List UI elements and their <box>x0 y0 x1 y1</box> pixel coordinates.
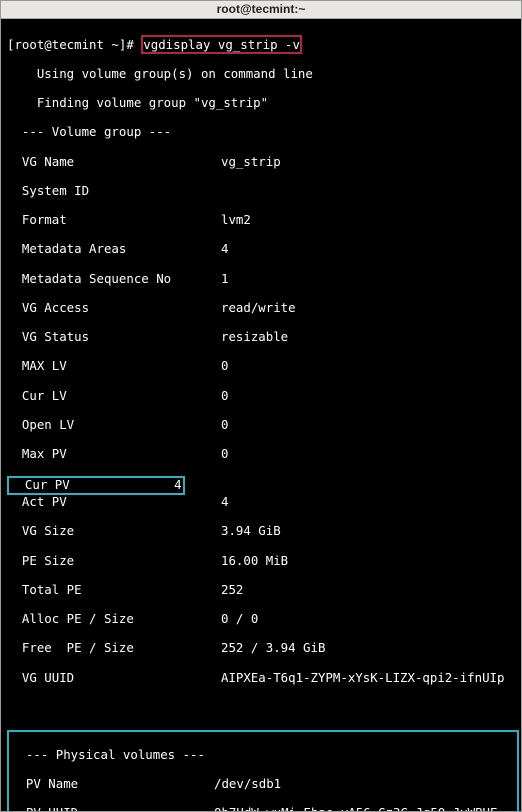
vg-field: Act PV4 <box>7 495 519 510</box>
cur-pv-label: Cur PV <box>10 477 174 492</box>
blank-line <box>7 700 519 715</box>
vg-field: Total PE252 <box>7 583 519 598</box>
vg-field: Formatlvm2 <box>7 213 519 228</box>
vg-field: VG Accessread/write <box>7 301 519 316</box>
shell-prompt: [root@tecmint ~]# <box>7 37 141 52</box>
vg-field: System ID <box>7 184 519 199</box>
vg-field: VG Statusresizable <box>7 330 519 345</box>
output-line: Finding volume group "vg_strip" <box>7 96 519 111</box>
vg-section-header: --- Volume group --- <box>7 125 519 140</box>
window-titlebar: root@tecmint:~ <box>1 1 521 19</box>
window-title: root@tecmint:~ <box>217 2 306 16</box>
vg-field: VG UUIDAIPXEa-T6q1-ZYPM-xYsK-LIZX-qpi2-i… <box>7 671 519 686</box>
vg-field: VG Size3.94 GiB <box>7 524 519 539</box>
vg-field: Metadata Sequence No1 <box>7 272 519 287</box>
vg-field: VG Namevg_strip <box>7 155 519 170</box>
vg-field: Max PV0 <box>7 447 519 462</box>
vg-field: MAX LV0 <box>7 359 519 374</box>
cur-pv-value: 4 <box>174 477 181 492</box>
vg-field: Alloc PE / Size0 / 0 <box>7 612 519 627</box>
highlighted-cur-pv: Cur PV 4 <box>7 476 185 495</box>
terminal-window: root@tecmint:~ [root@tecmint ~]# vgdispl… <box>0 0 522 812</box>
pv-section-header: --- Physical volumes --- <box>11 748 515 763</box>
terminal-viewport[interactable]: [root@tecmint ~]# vgdisplay vg_strip -v … <box>1 19 521 811</box>
vg-field: PE Size16.00 MiB <box>7 554 519 569</box>
output-line: Using volume group(s) on command line <box>7 67 519 82</box>
command-line: [root@tecmint ~]# vgdisplay vg_strip -v <box>7 38 519 53</box>
pv-field: PV Name/dev/sdb1 <box>11 777 515 792</box>
highlighted-pv-box: --- Physical volumes --- PV Name/dev/sdb… <box>7 730 519 811</box>
highlighted-command: vgdisplay vg_strip -v <box>141 35 302 54</box>
vg-field: Cur LV0 <box>7 389 519 404</box>
vg-field: Free PE / Size252 / 3.94 GiB <box>7 641 519 656</box>
vg-field: Metadata Areas4 <box>7 242 519 257</box>
pv-field: PV UUIDQb7HdW-wuMi-Ebae-yA56-Gz3G-Jq5O-J… <box>11 806 515 811</box>
vg-field: Open LV0 <box>7 418 519 433</box>
